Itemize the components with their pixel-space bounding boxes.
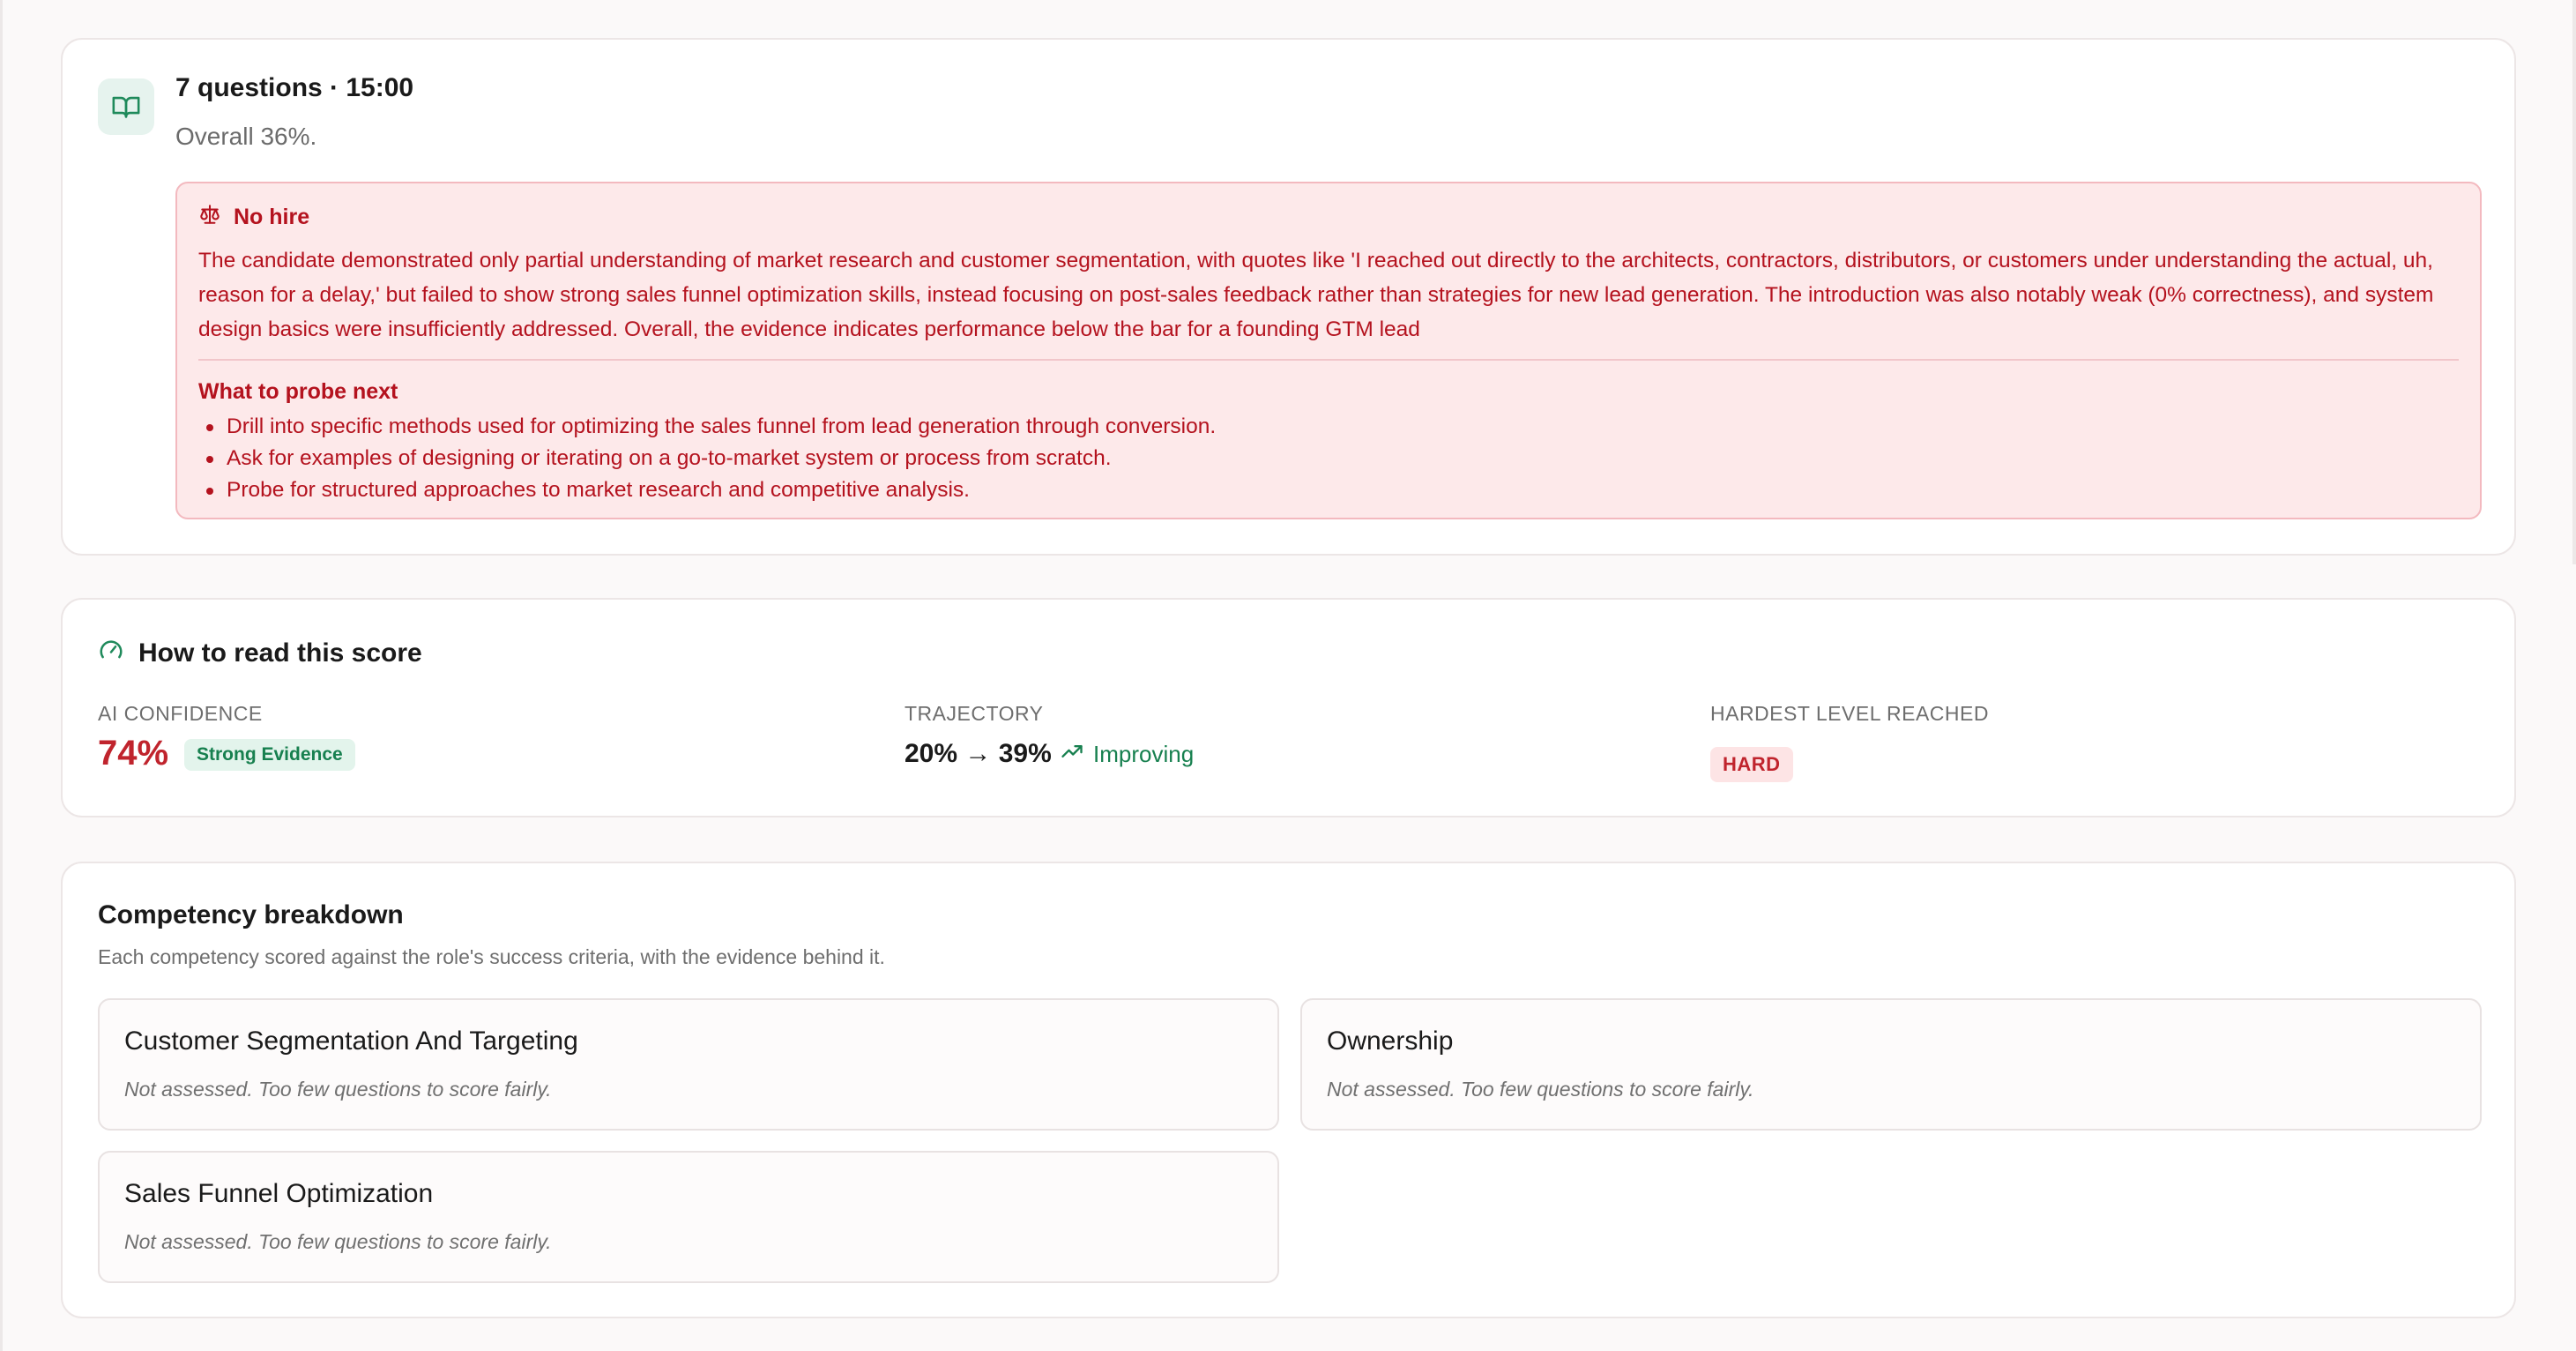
verdict-header: No hire: [198, 203, 309, 232]
competency-note: Not assessed. Too few questions to score…: [124, 1078, 552, 1101]
competency-item[interactable]: Ownership Not assessed. Too few question…: [1300, 998, 2482, 1131]
overall-score: Overall 36%.: [175, 123, 317, 150]
score-guide-title: How to read this score: [138, 638, 422, 668]
summary-card: 7 questions · 15:00 Overall 36%. No hire…: [61, 38, 2516, 556]
score-guide-header: How to read this score: [98, 637, 422, 670]
competency-card: Competency breakdown Each competency sco…: [61, 862, 2516, 1318]
probe-title: What to probe next: [198, 379, 398, 404]
hardest-level-label: HARDEST LEVEL REACHED: [1710, 702, 1989, 725]
trajectory-label: TRAJECTORY: [905, 702, 1044, 725]
confidence-label: AI CONFIDENCE: [98, 702, 263, 725]
book-open-icon: [98, 78, 154, 135]
competency-item[interactable]: Sales Funnel Optimization Not assessed. …: [98, 1151, 1279, 1283]
probe-list: Drill into specific methods used for opt…: [198, 411, 1216, 506]
scrollbar[interactable]: [2572, 0, 2576, 564]
probe-item: Drill into specific methods used for opt…: [198, 411, 1216, 443]
competency-name: Sales Funnel Optimization: [124, 1179, 434, 1208]
competency-title: Competency breakdown: [98, 900, 404, 929]
divider: [198, 359, 2459, 361]
hardest-level-badge: HARD: [1710, 747, 1793, 782]
probe-item: Probe for structured approaches to marke…: [198, 474, 1216, 506]
trending-up-icon: [1060, 739, 1084, 770]
verdict-label: No hire: [234, 205, 310, 229]
competency-name: Ownership: [1327, 1026, 1454, 1056]
evidence-badge: Strong Evidence: [184, 739, 355, 771]
verdict-panel: No hire The candidate demonstrated only …: [175, 182, 2482, 519]
competency-note: Not assessed. Too few questions to score…: [124, 1230, 552, 1253]
competency-item[interactable]: Customer Segmentation And Targeting Not …: [98, 998, 1279, 1131]
probe-item: Ask for examples of designing or iterati…: [198, 443, 1216, 474]
score-guide-card: How to read this score AI CONFIDENCE 74%…: [61, 598, 2516, 817]
competency-note: Not assessed. Too few questions to score…: [1327, 1078, 1754, 1101]
summary-title: 7 questions · 15:00: [175, 73, 414, 102]
trajectory-value: 20% → 39%: [905, 739, 1052, 768]
competency-subtitle: Each competency scored against the role'…: [98, 945, 885, 968]
gauge-icon: [98, 637, 124, 670]
scale-icon: [198, 203, 221, 232]
left-rail: [0, 0, 3, 1351]
verdict-body: The candidate demonstrated only partial …: [198, 249, 2434, 341]
confidence-value: 74%: [98, 734, 169, 773]
trajectory-status: Improving: [1060, 739, 1194, 770]
trajectory-status-label: Improving: [1093, 741, 1195, 767]
competency-name: Customer Segmentation And Targeting: [124, 1026, 578, 1056]
